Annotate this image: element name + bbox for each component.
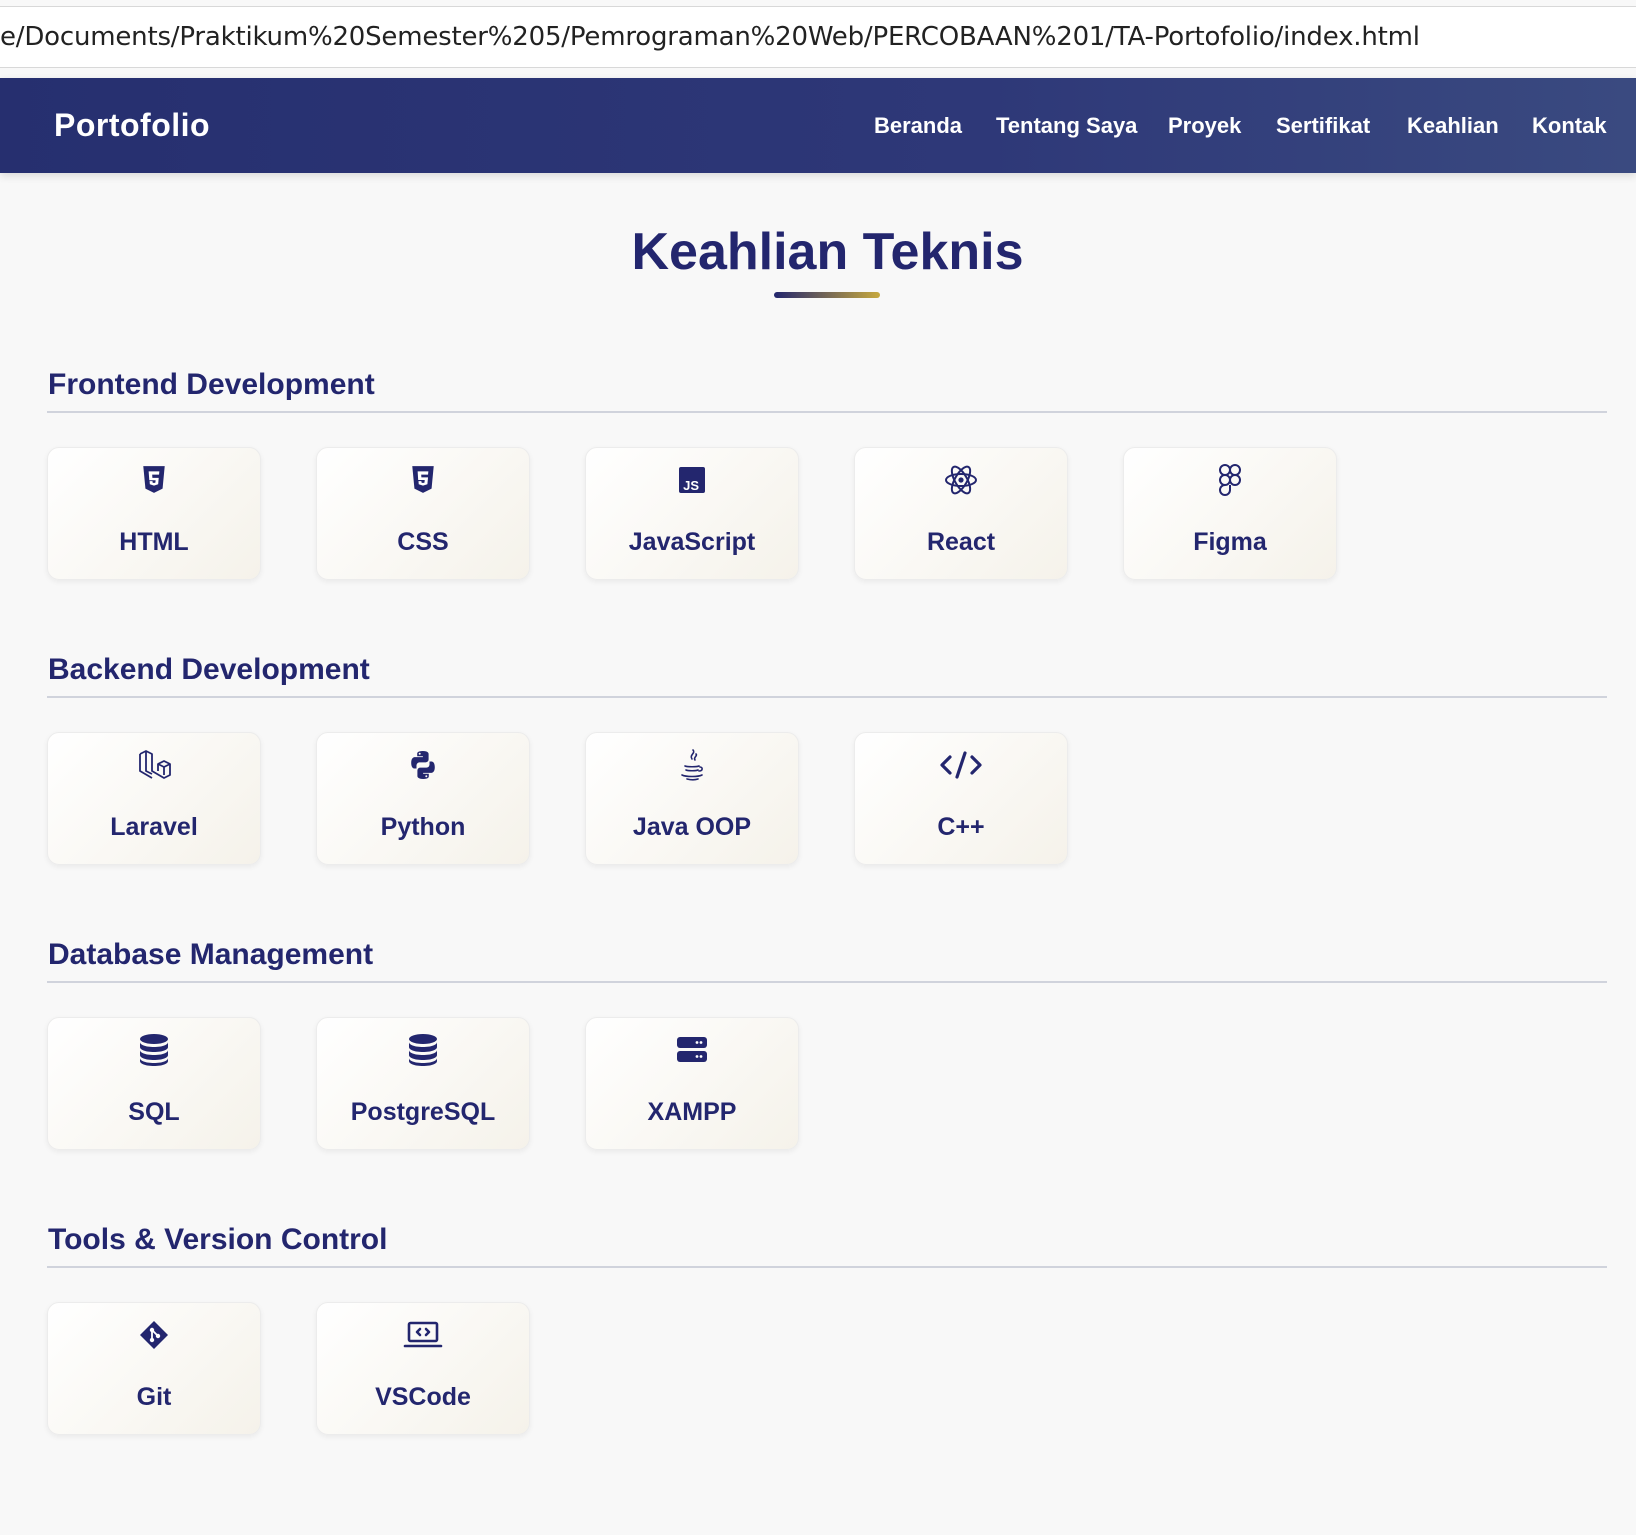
nav-link-proyek[interactable]: Proyek: [1168, 78, 1241, 173]
navbar: Portofolio Beranda Tentang Saya Proyek S…: [0, 78, 1636, 173]
skill-label: HTML: [119, 528, 189, 556]
skill-card[interactable]: PostgreSQL: [316, 1017, 530, 1150]
category-title: Database Management: [48, 938, 374, 971]
git-icon: [48, 1317, 260, 1353]
skill-label: SQL: [128, 1098, 180, 1126]
skill-label: VSCode: [375, 1383, 471, 1411]
code-icon: [855, 747, 1067, 783]
svg-text:JS: JS: [683, 478, 699, 493]
skill-label: Figma: [1193, 528, 1267, 556]
nav-link-kontak[interactable]: Kontak: [1532, 78, 1607, 173]
title-underline: [774, 292, 880, 298]
database-icon: [317, 1032, 529, 1068]
css3-icon: [317, 462, 529, 498]
laravel-icon: [48, 747, 260, 783]
skill-label: Git: [136, 1383, 172, 1411]
skill-label: PostgreSQL: [350, 1098, 496, 1126]
skill-label: React: [926, 528, 996, 556]
skill-label: Python: [380, 813, 466, 841]
skill-card[interactable]: Figma: [1123, 447, 1337, 580]
skill-card[interactable]: React: [854, 447, 1068, 580]
skill-card[interactable]: C++: [854, 732, 1068, 865]
brand-logo[interactable]: Portofolio: [54, 78, 210, 173]
database-icon: [48, 1032, 260, 1068]
category-title: Backend Development: [48, 653, 370, 686]
category-divider: [47, 411, 1607, 413]
skill-label: CSS: [397, 528, 449, 556]
category-title: Frontend Development: [48, 368, 375, 401]
skill-card[interactable]: Python: [316, 732, 530, 865]
laptop-code-icon: [317, 1317, 529, 1353]
skill-card[interactable]: VSCode: [316, 1302, 530, 1435]
skill-card[interactable]: JS JavaScript: [585, 447, 799, 580]
skill-card[interactable]: Java OOP: [585, 732, 799, 865]
category-divider: [47, 981, 1607, 983]
nav-link-beranda[interactable]: Beranda: [874, 78, 962, 173]
skill-card[interactable]: XAMPP: [585, 1017, 799, 1150]
skill-card[interactable]: HTML: [47, 447, 261, 580]
skill-label: C++: [937, 813, 985, 841]
skill-card[interactable]: Laravel: [47, 732, 261, 865]
skill-card[interactable]: Git: [47, 1302, 261, 1435]
skill-label: JavaScript: [628, 528, 756, 556]
url-text[interactable]: e/Documents/Praktikum%20Semester%205/Pem…: [0, 7, 1420, 67]
nav-link-sertifikat[interactable]: Sertifikat: [1276, 78, 1370, 173]
nav-link-tentang-saya[interactable]: Tentang Saya: [996, 78, 1137, 173]
js-icon: JS: [586, 462, 798, 498]
java-icon: [586, 747, 798, 783]
server-icon: [586, 1032, 798, 1068]
html5-icon: [48, 462, 260, 498]
skill-label: Java OOP: [632, 813, 752, 841]
category-title: Tools & Version Control: [48, 1223, 388, 1256]
category-divider: [47, 1266, 1607, 1268]
figma-icon: [1124, 462, 1336, 498]
python-icon: [317, 747, 529, 783]
address-bar[interactable]: e/Documents/Praktikum%20Semester%205/Pem…: [0, 6, 1636, 68]
skill-label: XAMPP: [647, 1098, 737, 1126]
skill-card[interactable]: SQL: [47, 1017, 261, 1150]
category-divider: [47, 696, 1607, 698]
skill-card[interactable]: CSS: [316, 447, 530, 580]
page-title: Keahlian Teknis: [631, 223, 1024, 281]
nav-link-keahlian[interactable]: Keahlian: [1407, 78, 1499, 173]
react-icon: [855, 462, 1067, 498]
skill-label: Laravel: [110, 813, 198, 841]
